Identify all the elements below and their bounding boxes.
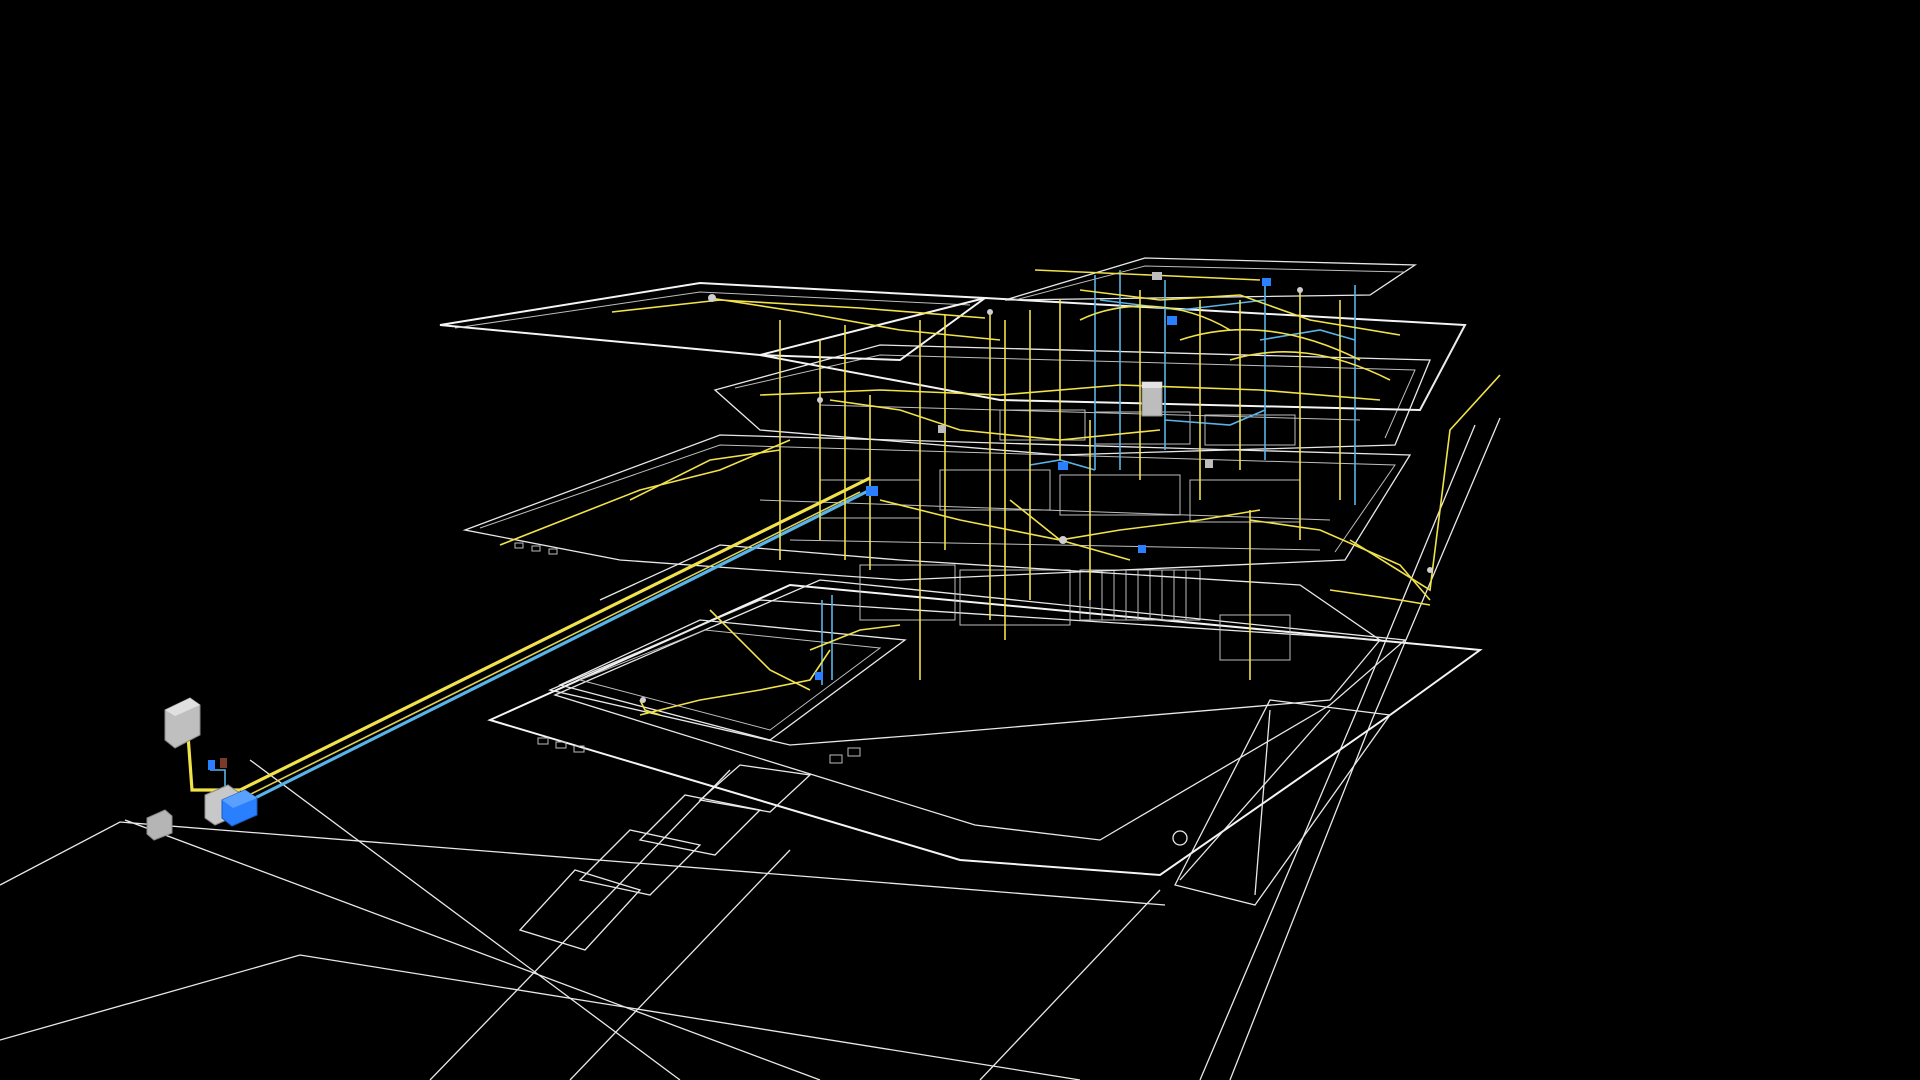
ramp-diagonal-2 <box>1254 709 1271 896</box>
site-mark-1 <box>537 737 549 745</box>
level-2-mark-2 <box>531 545 541 552</box>
light-fixture-3 <box>817 397 823 403</box>
site-boundary-right <box>1229 417 1501 1080</box>
drain-circle <box>1172 830 1188 846</box>
site-mark-5 <box>847 747 861 757</box>
pump-node-4 <box>1138 545 1146 553</box>
level-2-mark-3 <box>548 548 558 555</box>
mep-wireframe-viewport[interactable] <box>0 0 1920 1080</box>
light-fixture-2 <box>1059 536 1067 544</box>
electrical-main-feed-2 <box>244 491 861 798</box>
light-fixture-7 <box>1427 567 1433 573</box>
pump-node-6 <box>815 672 823 680</box>
roof-main <box>759 296 1467 412</box>
panel-small-1 <box>1152 272 1162 280</box>
site-line-diagonal <box>124 819 821 1080</box>
central-mech-unit <box>1141 381 1163 417</box>
electrical-layer <box>186 269 1501 798</box>
electrical-l2-run-2 <box>629 449 781 501</box>
electrical-roof-run-3 <box>1034 269 1261 281</box>
pump-node-2 <box>1167 316 1177 325</box>
pump-node-3 <box>1058 462 1068 470</box>
electrical-l1-run-1 <box>639 649 831 716</box>
light-fixture-1 <box>708 294 716 302</box>
level-2-mark-1 <box>514 542 524 549</box>
ground-floor-plan <box>0 417 1501 1080</box>
roof-upper <box>1004 257 1418 301</box>
level-1-room-left-inner <box>578 629 882 731</box>
level-2-room-2 <box>1059 474 1181 516</box>
light-fixture-4 <box>987 309 993 315</box>
electrical-main-feed <box>239 476 871 792</box>
parking-block-3 <box>638 794 762 856</box>
site-mark-4 <box>829 754 843 764</box>
level-2-plan <box>462 434 1412 581</box>
light-fixture-5 <box>1297 287 1303 293</box>
level-3-room-3 <box>1204 414 1296 446</box>
light-fixture-6 <box>640 697 646 703</box>
panel-small-3 <box>1205 460 1213 468</box>
service-panel-box <box>164 697 201 749</box>
electrical-roof-run-6 <box>829 399 1161 441</box>
level-4-plan <box>439 257 1467 412</box>
site-boundary-lower <box>0 954 1081 1080</box>
electrical-l1-run-5 <box>1349 374 1501 592</box>
ramp-area <box>1174 699 1392 906</box>
panel-small-2 <box>938 425 946 433</box>
level-2-outline <box>462 434 1412 581</box>
level-1-room-left <box>558 619 907 741</box>
valve-blue <box>208 760 215 770</box>
pump-node-1 <box>866 486 878 496</box>
level-3-outline-inner <box>734 354 1416 439</box>
pump-node-5 <box>1262 278 1271 286</box>
site-boundary-left <box>0 821 1166 906</box>
ramp-diagonal-1 <box>1179 709 1331 881</box>
building-footprint-inner <box>553 579 1407 841</box>
electrical-l1-run-6 <box>1329 589 1431 606</box>
electrical-l1-run-3 <box>809 624 901 651</box>
level-1-outline <box>547 599 1382 746</box>
plumbing-main-feed <box>234 488 871 810</box>
site-line-diagonal-5 <box>979 889 1161 1080</box>
level-3-room-2 <box>1094 411 1191 445</box>
level-1-wall-2 <box>899 559 1381 641</box>
plumbing-layer <box>210 270 1356 810</box>
site-line-diagonal-3 <box>429 769 731 1080</box>
level-2-room-1 <box>939 469 1051 511</box>
electrical-roof-run-5 <box>759 384 1381 401</box>
valve-dark <box>220 758 227 768</box>
